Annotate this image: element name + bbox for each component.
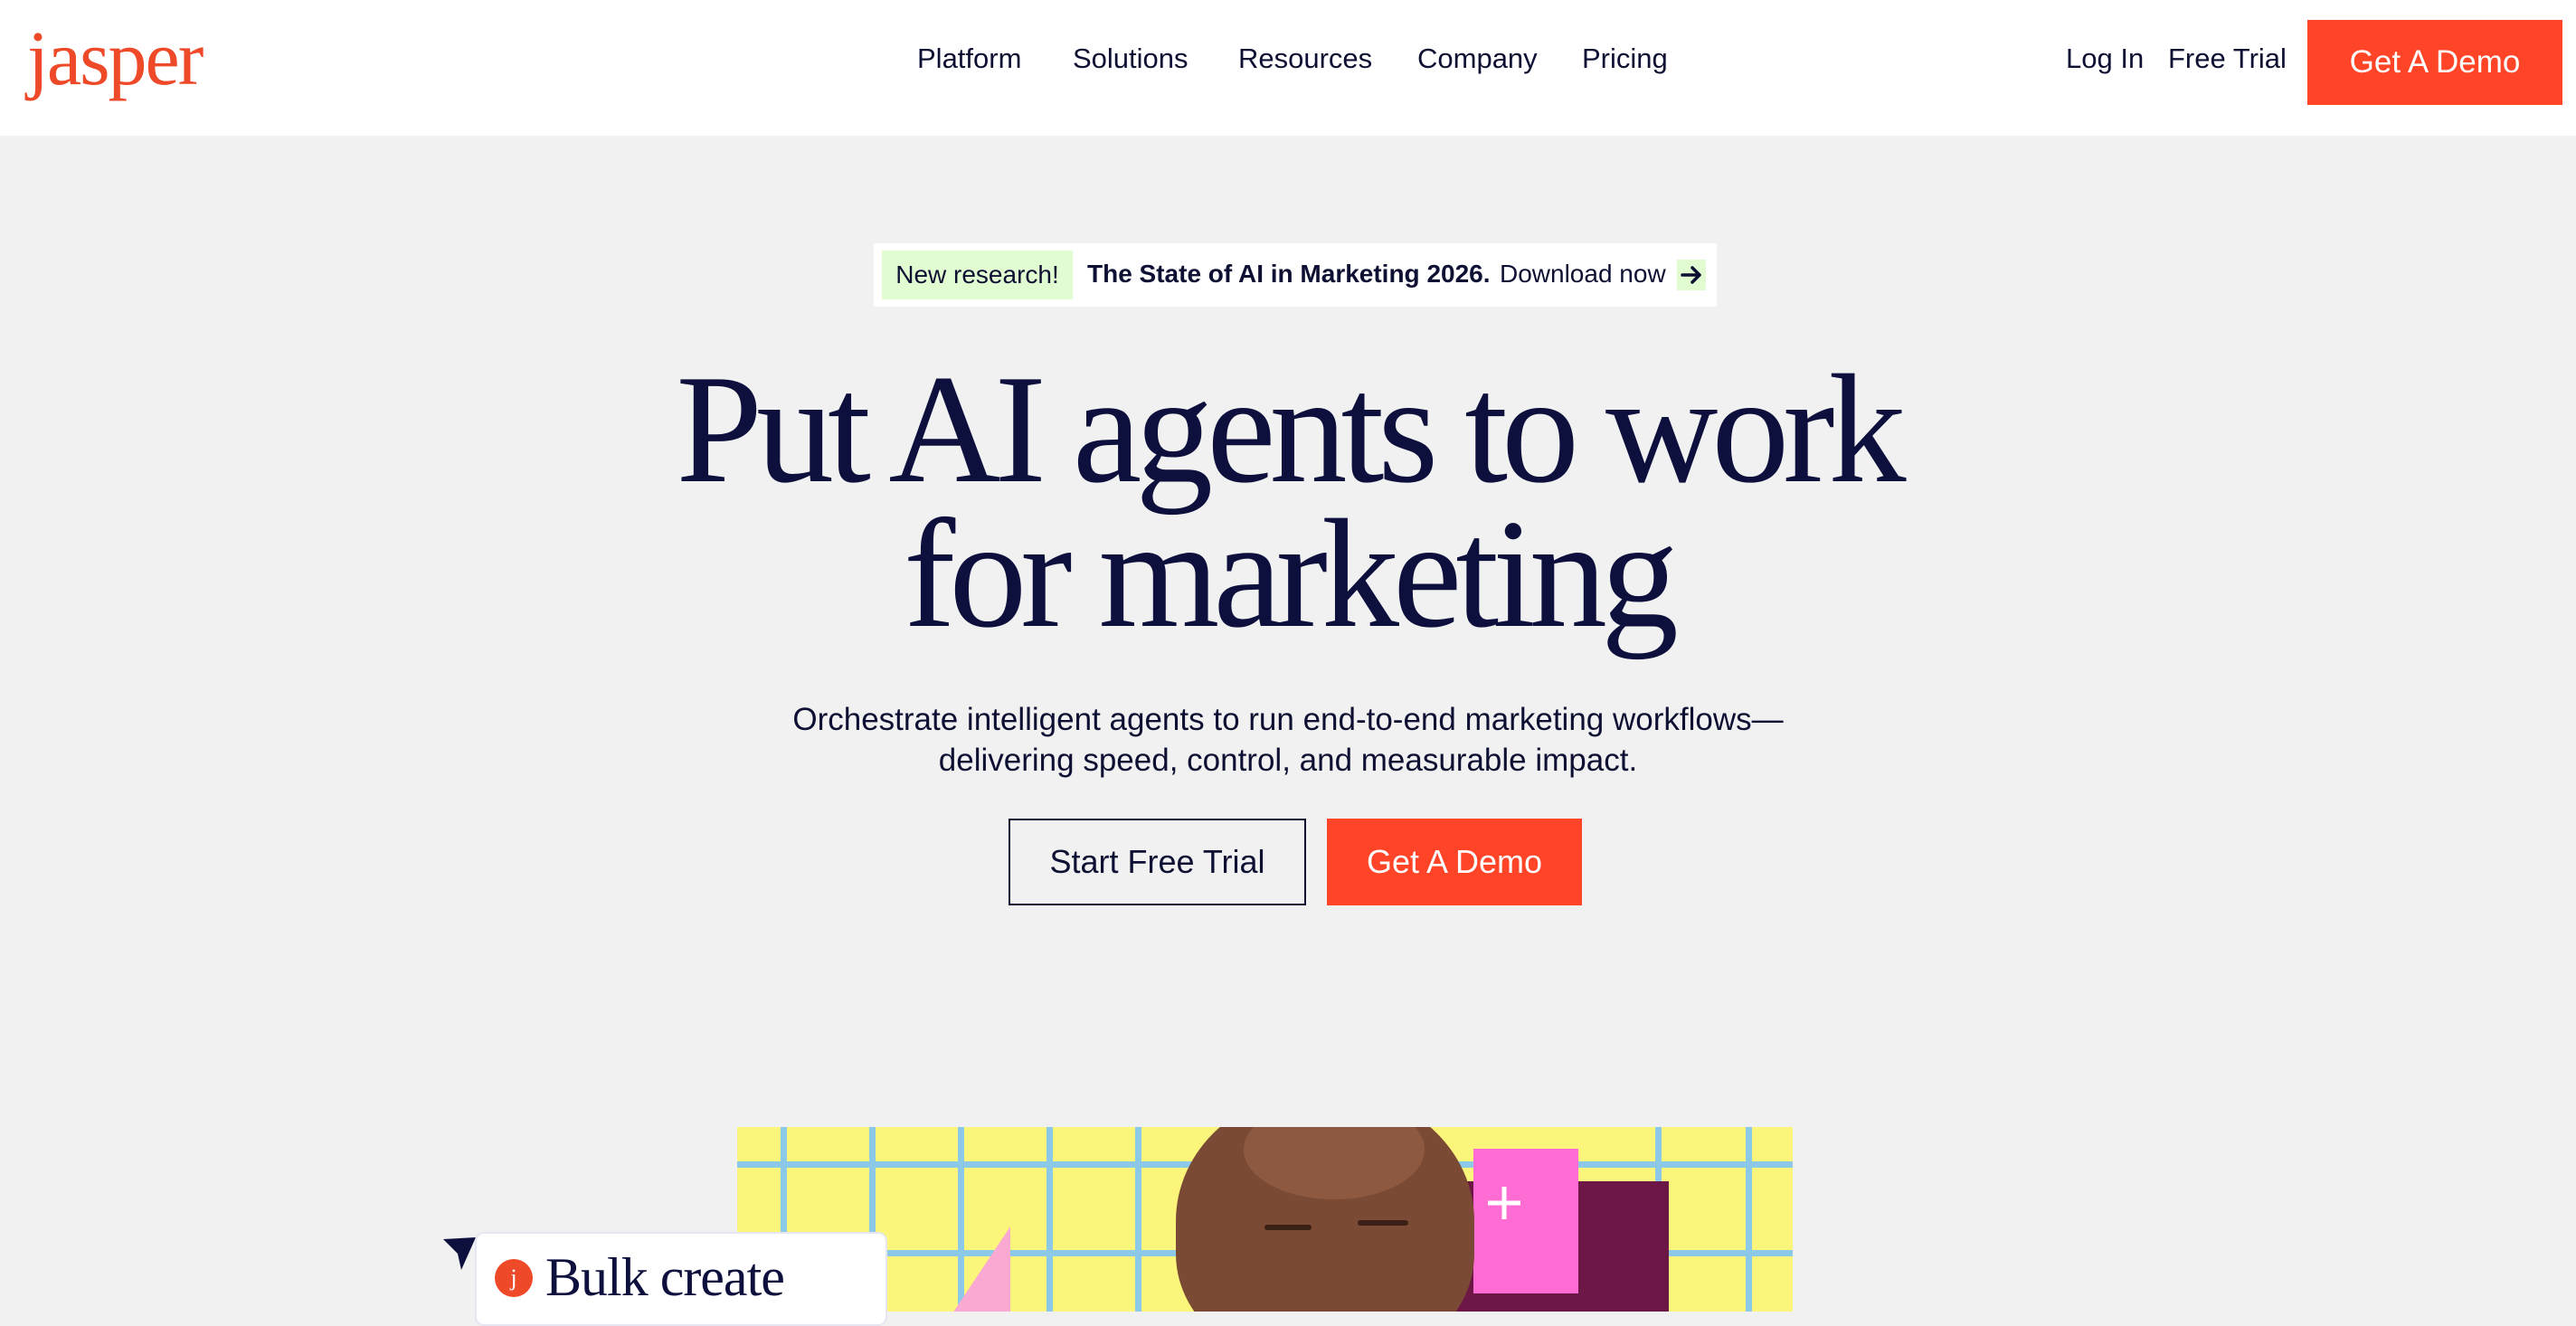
banner-title: The State of AI in Marketing 2026. [1087,260,1491,288]
download-now-link[interactable]: Download now [1500,260,1666,289]
jasper-mini-logo-icon: j [495,1259,533,1297]
hero-title-line-2: for marketing [904,488,1679,660]
hero-subtitle-line-2: delivering speed, control, and measurabl… [938,743,1638,778]
hero-subtitle-line-1: Orchestrate intelligent agents to run en… [792,702,1784,737]
login-link[interactable]: Log In [2066,43,2144,75]
nav-pricing[interactable]: Pricing [1582,43,1668,75]
bulk-create-label: Bulk create [545,1247,785,1307]
bulk-create-card[interactable]: j Bulk create [475,1232,887,1326]
pink-triangle-shape [938,1227,1010,1312]
nav-solutions[interactable]: Solutions [1073,43,1189,75]
get-demo-button-header[interactable]: Get A Demo [2307,20,2562,105]
site-header: jasper Platform Solutions Resources Comp… [0,0,2576,136]
hero-subtitle: Orchestrate intelligent agents to run en… [655,699,1921,781]
cursor-pointer-icon [443,1237,476,1270]
free-trial-link[interactable]: Free Trial [2168,43,2287,75]
nav-company[interactable]: Company [1417,43,1538,75]
plus-icon [1488,1187,1520,1219]
nav-platform[interactable]: Platform [917,43,1021,75]
research-banner[interactable]: New research! The State of AI in Marketi… [874,243,1717,307]
hero-illustration [737,1127,1793,1312]
start-free-trial-button[interactable]: Start Free Trial [1009,819,1306,905]
jasper-logo[interactable]: jasper [27,13,204,103]
arrow-right-icon[interactable] [1677,260,1706,290]
new-research-badge: New research! [882,251,1073,299]
nav-resources[interactable]: Resources [1238,43,1372,75]
get-demo-button-hero[interactable]: Get A Demo [1327,819,1582,905]
hero-title: Put AI agents to work for marketing [384,352,2192,652]
